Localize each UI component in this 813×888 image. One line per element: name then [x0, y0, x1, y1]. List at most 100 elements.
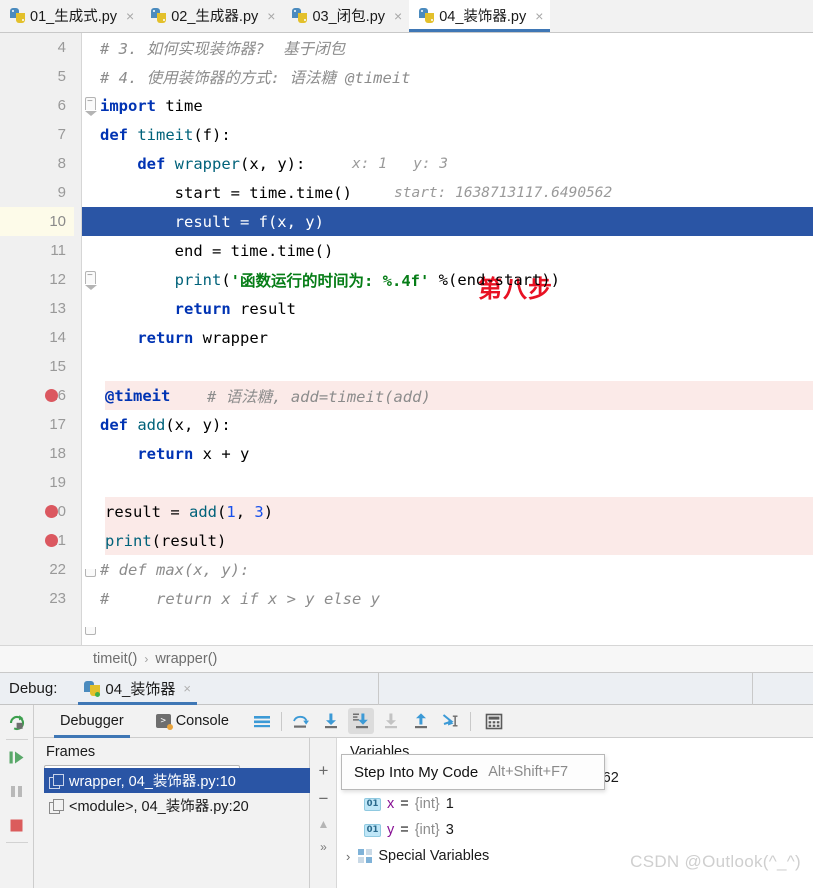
debug-run-controls: »: [0, 705, 34, 888]
evaluate-expression-icon[interactable]: [481, 708, 507, 734]
line-number: 17: [49, 416, 66, 433]
frame-icon: [49, 798, 64, 814]
frame-label: <module>, 04_装饰器.py:20: [69, 799, 249, 815]
step-into-my-code-icon[interactable]: [347, 708, 374, 734]
line-text: def add (x, y):: [100, 415, 231, 434]
debug-session-tab[interactable]: 04_装饰器 ×: [78, 673, 197, 705]
line-text: return result: [174, 299, 296, 318]
code-line[interactable]: 11 end = time.time(): [0, 236, 813, 265]
frame-label: wrapper, 04_装饰器.py:10: [69, 774, 236, 790]
layout-settings-icon[interactable]: [249, 708, 275, 734]
editor-tab-01[interactable]: 01_生成式.py ×: [0, 0, 141, 32]
code-line[interactable]: 21 print(result): [0, 526, 813, 555]
force-step-into-icon[interactable]: [378, 708, 404, 734]
debugger-toolbar: Debugger > Console: [34, 705, 813, 738]
variable-name: y: [387, 822, 395, 838]
variable-type: {int}: [414, 822, 440, 838]
frame-row-selected[interactable]: wrapper, 04_装饰器.py:10: [44, 768, 310, 793]
line-text: end = time.time(): [100, 241, 334, 260]
int-var-icon: 01: [364, 797, 381, 811]
code-line[interactable]: 17 def add (x, y):: [0, 410, 813, 439]
variable-name: Special Variables: [378, 848, 490, 864]
line-text: print (result): [105, 531, 227, 550]
code-line[interactable]: 4 # 3. 如何实现装饰器? 基于闭包: [0, 33, 813, 62]
code-line[interactable]: 9 start = time.time() start: 1638713117.…: [0, 178, 813, 207]
code-line[interactable]: 18 return x + y: [0, 439, 813, 468]
code-line[interactable]: 6 import time: [0, 91, 813, 120]
int-var-icon: 01: [364, 823, 381, 837]
variable-type: {int}: [414, 796, 440, 812]
stop-button[interactable]: [0, 808, 34, 842]
code-line[interactable]: 23 # return x if x > y else y: [0, 584, 813, 613]
line-number: 23: [49, 590, 66, 607]
code-line[interactable]: 5 # 4. 使用装饰器的方式: 语法糖 @timeit: [0, 62, 813, 116]
code-line[interactable]: 14 return wrapper: [0, 323, 813, 635]
code-line[interactable]: 22 # def max(x, y):: [0, 555, 813, 584]
rerun-button[interactable]: [0, 705, 34, 739]
add-watch-button[interactable]: +: [319, 762, 329, 779]
scroll-up-button[interactable]: ▲: [318, 818, 330, 830]
line-number: 19: [49, 474, 66, 491]
inline-debug-value: start: 1638713117.6490562: [394, 184, 613, 201]
step-over-icon[interactable]: [288, 708, 314, 734]
editor-tab-02[interactable]: 02_生成器.py ×: [141, 0, 282, 32]
close-icon[interactable]: ×: [183, 681, 191, 696]
line-text: import time: [100, 96, 203, 115]
code-line[interactable]: 15: [0, 352, 813, 381]
special-variables-icon: [358, 849, 373, 863]
breadcrumb-item-timeit[interactable]: timeit(): [93, 651, 137, 667]
resume-button[interactable]: [0, 740, 34, 774]
more-button[interactable]: »: [320, 841, 327, 853]
code-line[interactable]: 8 def wrapper(x, y): x: 1 y: 3 第八步: [0, 149, 813, 304]
editor-tab-03[interactable]: 03_闭包.py ×: [282, 0, 409, 32]
python-run-config-icon: [84, 680, 101, 697]
breakpoint-icon[interactable]: [45, 389, 58, 402]
python-file-icon: [10, 8, 25, 23]
code-line[interactable]: 19: [0, 468, 813, 497]
line-text: def wrapper (x, y):: [137, 154, 306, 173]
code-line[interactable]: 20 result = add(1, 3): [0, 497, 813, 526]
close-icon[interactable]: ×: [394, 9, 402, 23]
close-icon[interactable]: ×: [267, 9, 275, 23]
variable-row-x[interactable]: 01 x = {int} 1: [338, 791, 813, 817]
breadcrumb-item-wrapper[interactable]: wrapper(): [155, 651, 217, 667]
close-icon[interactable]: ×: [126, 9, 134, 23]
frames-list: wrapper, 04_装饰器.py:10 <module>, 04_装饰器.p…: [44, 768, 310, 818]
line-number: 13: [49, 300, 66, 317]
variable-row-y[interactable]: 01 y = {int} 3: [338, 817, 813, 843]
line-number: 15: [49, 358, 66, 375]
code-line[interactable]: 16 @timeit # 语法糖, add=timeit(add): [0, 381, 813, 410]
line-number: 11: [50, 242, 66, 259]
step-into-icon[interactable]: [318, 708, 344, 734]
tab-debugger[interactable]: Debugger: [50, 705, 134, 738]
code-line[interactable]: 7 def timeit(f):: [0, 120, 813, 233]
editor-tab-label: 01_生成式.py: [30, 9, 118, 25]
fold-marker-icon[interactable]: [85, 627, 96, 635]
frame-row[interactable]: <module>, 04_装饰器.py:20: [44, 793, 310, 818]
code-editor[interactable]: 4 # 3. 如何实现装饰器? 基于闭包 5 # 4. 使用装饰器的方式: 语法…: [0, 33, 813, 645]
pycharm-window: 01_生成式.py × 02_生成器.py × 03_闭包.py × 04_装饰…: [0, 0, 813, 888]
code-line[interactable]: 12 print('函数运行的时间为: %.4f' %(end-start)): [0, 265, 813, 294]
close-icon[interactable]: ×: [535, 9, 543, 23]
divider: [469, 711, 471, 731]
tooltip-shortcut: Alt+Shift+F7: [488, 764, 569, 780]
tab-console[interactable]: > Console: [146, 705, 239, 738]
tab-label: Debugger: [60, 713, 124, 729]
breakpoint-icon[interactable]: [45, 534, 58, 547]
line-text: return wrapper: [137, 328, 268, 347]
inline-debug-value: x: 1 y: 3: [352, 155, 449, 172]
pause-button[interactable]: [0, 774, 34, 808]
editor-tab-04-active[interactable]: 04_装饰器.py ×: [409, 0, 551, 32]
line-text: result = f(x, y): [100, 212, 324, 231]
remove-watch-button[interactable]: −: [319, 790, 329, 807]
breakpoint-icon[interactable]: [45, 505, 58, 518]
code-line[interactable]: 13 return result: [0, 294, 813, 577]
divider: [5, 842, 28, 843]
line-text: print('函数运行的时间为: %.4f' %(end-start)): [174, 270, 560, 290]
code-line-current[interactable]: 10 result = f(x, y): [0, 207, 813, 407]
chevron-right-icon[interactable]: ›: [346, 849, 350, 864]
run-to-cursor-icon[interactable]: [438, 708, 464, 734]
line-text: # def max(x, y):: [100, 560, 250, 579]
line-number: 10: [0, 207, 74, 236]
step-out-icon[interactable]: [408, 708, 434, 734]
